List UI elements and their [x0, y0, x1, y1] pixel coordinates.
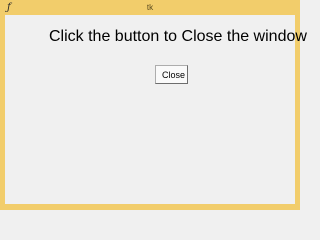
- instruction-heading: Click the button to Close the window: [49, 28, 307, 45]
- title-bar[interactable]: ƒ tk: [0, 0, 300, 15]
- window-title: tk: [146, 3, 154, 12]
- app-window: ƒ tk Click the button to Close the windo…: [0, 0, 307, 210]
- close-button[interactable]: Close: [155, 65, 188, 84]
- window-content: Click the button to Close the window Clo…: [5, 15, 307, 204]
